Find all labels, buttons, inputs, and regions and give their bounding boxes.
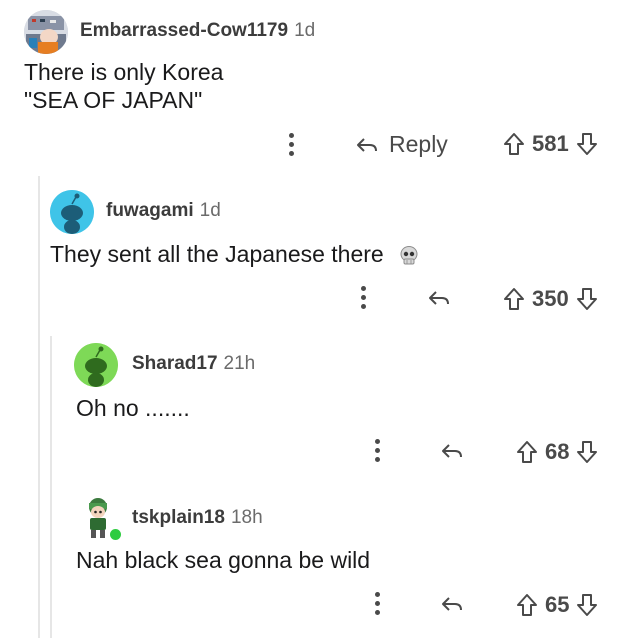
skull-icon xyxy=(398,245,420,267)
avatar[interactable] xyxy=(74,343,118,387)
comment-body: They sent all the Japanese there xyxy=(50,240,420,268)
comment-author[interactable]: Embarrassed-Cow1179 1d xyxy=(80,20,315,42)
username[interactable]: Embarrassed-Cow1179 xyxy=(80,20,288,41)
comment-body-line: "SEA OF JAPAN" xyxy=(24,87,203,113)
comment-author[interactable]: Sharad17 21h xyxy=(132,353,255,375)
photo-avatar-icon xyxy=(24,10,68,54)
avatar[interactable] xyxy=(76,495,123,542)
more-options-button[interactable] xyxy=(374,592,380,622)
comment-body: Oh no ....... xyxy=(76,395,190,421)
online-status-dot xyxy=(108,527,123,542)
vote-controls: 65 xyxy=(515,592,599,618)
reply-button[interactable] xyxy=(440,592,464,616)
username[interactable]: fuwagami xyxy=(106,200,194,221)
more-options-button[interactable] xyxy=(288,133,294,163)
comment-body-line: There is only Korea xyxy=(24,59,224,85)
comment-age: 1d xyxy=(294,20,316,41)
upvote-arrow-icon[interactable] xyxy=(515,592,539,618)
reply-button[interactable]: Reply xyxy=(355,131,448,158)
vote-score: 581 xyxy=(532,131,569,156)
upvote-arrow-icon[interactable] xyxy=(502,131,526,157)
downvote-arrow-icon[interactable] xyxy=(575,439,599,465)
upvote-arrow-icon[interactable] xyxy=(515,439,539,465)
comment-age: 1d xyxy=(199,200,221,221)
comment-author[interactable]: tskplain18 18h xyxy=(132,507,263,529)
comment-age: 18h xyxy=(230,507,263,528)
avatar[interactable] xyxy=(50,190,94,234)
vote-controls: 68 xyxy=(515,439,599,465)
snoo-avatar-icon xyxy=(74,343,118,387)
reply-button[interactable] xyxy=(440,439,464,463)
vote-score: 65 xyxy=(545,592,570,617)
comment-age: 21h xyxy=(223,353,256,374)
comment-text: They sent all the Japanese there xyxy=(50,241,384,267)
username[interactable]: tskplain18 xyxy=(132,507,225,528)
downvote-arrow-icon[interactable] xyxy=(575,286,599,312)
reply-arrow-icon xyxy=(357,137,377,152)
reply-button[interactable] xyxy=(427,286,451,310)
thread-line-level-2[interactable] xyxy=(50,336,52,638)
vote-controls: 581 xyxy=(502,131,599,157)
avatar[interactable] xyxy=(24,10,68,54)
snoo-avatar-icon xyxy=(50,190,94,234)
reply-arrow-icon xyxy=(442,444,462,458)
comment-author[interactable]: fuwagami 1d xyxy=(106,200,221,222)
downvote-arrow-icon[interactable] xyxy=(575,131,599,157)
downvote-arrow-icon[interactable] xyxy=(575,592,599,618)
more-options-button[interactable] xyxy=(360,286,366,316)
reply-label: Reply xyxy=(389,131,448,157)
vote-score: 68 xyxy=(545,439,570,464)
vote-controls: 350 xyxy=(502,286,599,312)
reply-arrow-icon xyxy=(429,291,449,305)
thread-line-level-1[interactable] xyxy=(38,176,40,638)
more-options-button[interactable] xyxy=(374,439,380,469)
vote-score: 350 xyxy=(532,286,569,311)
comment-body: Nah black sea gonna be wild xyxy=(76,547,371,573)
upvote-arrow-icon[interactable] xyxy=(502,286,526,312)
reply-arrow-icon xyxy=(442,597,462,611)
username[interactable]: Sharad17 xyxy=(132,353,218,374)
